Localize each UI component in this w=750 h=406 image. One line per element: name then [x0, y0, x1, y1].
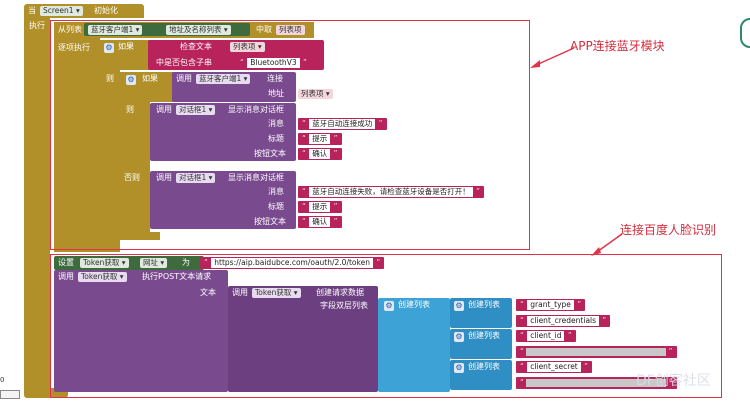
- corner-zero-label: 0: [0, 376, 5, 384]
- watermark-logo: DF创客社区: [636, 373, 711, 389]
- bluetooth-annotation-arrow: [530, 47, 575, 68]
- right-edge-widget[interactable]: [740, 18, 750, 48]
- event-body-left-bar: [24, 18, 50, 390]
- corner-scroll-box[interactable]: [0, 390, 20, 399]
- event-name-label: 初始化: [94, 6, 118, 15]
- when-label: 当: [28, 6, 36, 15]
- bluetooth-section-highlight: [50, 20, 530, 250]
- face-api-section-highlight: [50, 254, 722, 398]
- face-annotation-label: 连接百度人脸识别: [620, 223, 717, 237]
- face-annotation-arrow: [591, 233, 623, 256]
- bluetooth-annotation-label: APP连接蓝牙模块: [570, 39, 665, 53]
- event-component-dropdown[interactable]: Screen1 ▾: [40, 6, 83, 16]
- do-label: 执行: [29, 21, 45, 30]
